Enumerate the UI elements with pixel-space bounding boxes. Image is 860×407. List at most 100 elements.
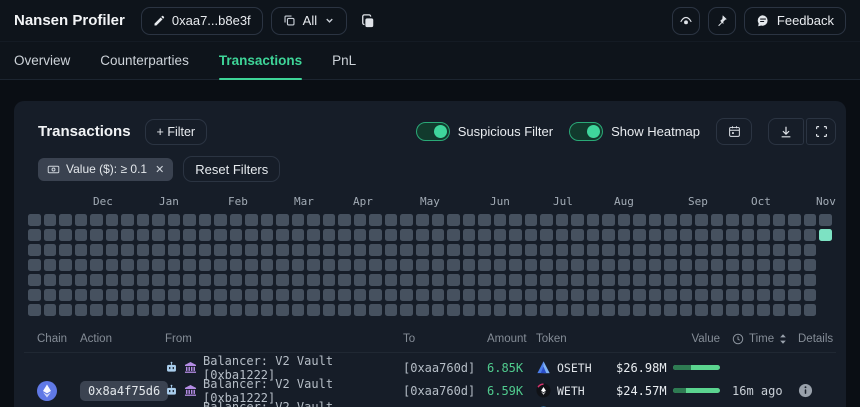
heatmap-cell[interactable]: [726, 214, 739, 226]
heatmap-cell[interactable]: [338, 304, 351, 316]
heatmap-cell[interactable]: [757, 229, 770, 241]
heatmap-cell[interactable]: [509, 229, 522, 241]
heatmap-cell[interactable]: [214, 274, 227, 286]
heatmap-cell[interactable]: [494, 289, 507, 301]
heatmap-cell[interactable]: [354, 259, 367, 271]
heatmap-cell[interactable]: [757, 304, 770, 316]
heatmap-cell[interactable]: [525, 229, 538, 241]
heatmap-cell[interactable]: [726, 289, 739, 301]
heatmap-cell[interactable]: [819, 214, 832, 226]
heatmap-cell[interactable]: [432, 304, 445, 316]
heatmap-cell[interactable]: [245, 274, 258, 286]
heatmap-cell[interactable]: [540, 304, 553, 316]
heatmap-cell[interactable]: [804, 259, 817, 271]
value-filter-chip[interactable]: Value ($): ≥ 0.1 ✕: [38, 158, 173, 181]
heatmap-cell[interactable]: [276, 259, 289, 271]
heatmap-cell[interactable]: [602, 259, 615, 271]
heatmap-cell[interactable]: [400, 229, 413, 241]
heatmap-cell[interactable]: [137, 304, 150, 316]
heatmap-cell[interactable]: [276, 274, 289, 286]
heatmap-cell[interactable]: [369, 229, 382, 241]
heatmap-cell[interactable]: [121, 274, 134, 286]
heatmap-cell[interactable]: [168, 214, 181, 226]
heatmap-cell[interactable]: [494, 244, 507, 256]
heatmap-cell[interactable]: [354, 244, 367, 256]
heatmap-cell[interactable]: [664, 304, 677, 316]
heatmap-cell[interactable]: [447, 229, 460, 241]
heatmap-cell[interactable]: [276, 244, 289, 256]
heatmap-cell[interactable]: [804, 274, 817, 286]
heatmap-cell[interactable]: [137, 274, 150, 286]
heatmap-cell[interactable]: [649, 259, 662, 271]
heatmap-cell[interactable]: [494, 304, 507, 316]
heatmap-cell[interactable]: [199, 244, 212, 256]
heatmap-cell[interactable]: [695, 214, 708, 226]
heatmap-cell[interactable]: [773, 289, 786, 301]
heatmap-cell[interactable]: [323, 244, 336, 256]
heatmap-cell[interactable]: [292, 244, 305, 256]
heatmap-cell[interactable]: [804, 244, 817, 256]
heatmap-cell-active[interactable]: [819, 229, 832, 241]
from-link[interactable]: Balancer: V2 Vault [0xba1222]: [165, 402, 403, 407]
heatmap-cell[interactable]: [711, 274, 724, 286]
heatmap-cell[interactable]: [59, 259, 72, 271]
heatmap-cell[interactable]: [323, 304, 336, 316]
heatmap-cell[interactable]: [75, 274, 88, 286]
heatmap-cell[interactable]: [571, 244, 584, 256]
heatmap-cell[interactable]: [711, 304, 724, 316]
heatmap-cell[interactable]: [28, 214, 41, 226]
heatmap-cell[interactable]: [680, 244, 693, 256]
heatmap-cell[interactable]: [28, 259, 41, 271]
heatmap-cell[interactable]: [323, 274, 336, 286]
heatmap-cell[interactable]: [369, 304, 382, 316]
heatmap-cell[interactable]: [369, 244, 382, 256]
heatmap-cell[interactable]: [90, 244, 103, 256]
heatmap-cell[interactable]: [649, 304, 662, 316]
col-time[interactable]: Time: [732, 333, 798, 345]
heatmap-cell[interactable]: [494, 229, 507, 241]
heatmap-cell[interactable]: [90, 214, 103, 226]
heatmap-cell[interactable]: [587, 259, 600, 271]
heatmap-cell[interactable]: [28, 229, 41, 241]
heatmap-cell[interactable]: [649, 244, 662, 256]
heatmap-cell[interactable]: [726, 229, 739, 241]
heatmap-cell[interactable]: [649, 289, 662, 301]
heatmap-cell[interactable]: [509, 259, 522, 271]
heatmap-cell[interactable]: [478, 304, 491, 316]
heatmap-cell[interactable]: [525, 259, 538, 271]
heatmap-cell[interactable]: [447, 259, 460, 271]
heatmap-cell[interactable]: [137, 214, 150, 226]
to-link[interactable]: [0xaa760d]: [403, 379, 487, 402]
heatmap-cell[interactable]: [75, 259, 88, 271]
heatmap-cell[interactable]: [602, 244, 615, 256]
heatmap-cell[interactable]: [400, 214, 413, 226]
heatmap-cell[interactable]: [90, 274, 103, 286]
heatmap-cell[interactable]: [230, 214, 243, 226]
heatmap-cell[interactable]: [44, 214, 57, 226]
heatmap-cell[interactable]: [804, 304, 817, 316]
heatmap-cell[interactable]: [416, 289, 429, 301]
heatmap-cell[interactable]: [292, 289, 305, 301]
heatmap-cell[interactable]: [307, 244, 320, 256]
heatmap-cell[interactable]: [152, 229, 165, 241]
heatmap-cell[interactable]: [183, 259, 196, 271]
heatmap-cell[interactable]: [618, 214, 631, 226]
heatmap-cell[interactable]: [152, 304, 165, 316]
heatmap-cell[interactable]: [75, 289, 88, 301]
heatmap-cell[interactable]: [432, 229, 445, 241]
heatmap-cell[interactable]: [432, 244, 445, 256]
heatmap-cell[interactable]: [307, 304, 320, 316]
heatmap-cell[interactable]: [618, 244, 631, 256]
heatmap-cell[interactable]: [230, 259, 243, 271]
heatmap-cell[interactable]: [494, 259, 507, 271]
heatmap-cell[interactable]: [121, 244, 134, 256]
heatmap-cell[interactable]: [245, 229, 258, 241]
heatmap-cell[interactable]: [385, 244, 398, 256]
heatmap-cell[interactable]: [540, 289, 553, 301]
heatmap-cell[interactable]: [214, 229, 227, 241]
heatmap-cell[interactable]: [183, 289, 196, 301]
heatmap-cell[interactable]: [44, 244, 57, 256]
heatmap-cell[interactable]: [354, 304, 367, 316]
heatmap-cell[interactable]: [245, 244, 258, 256]
heatmap-cell[interactable]: [354, 289, 367, 301]
